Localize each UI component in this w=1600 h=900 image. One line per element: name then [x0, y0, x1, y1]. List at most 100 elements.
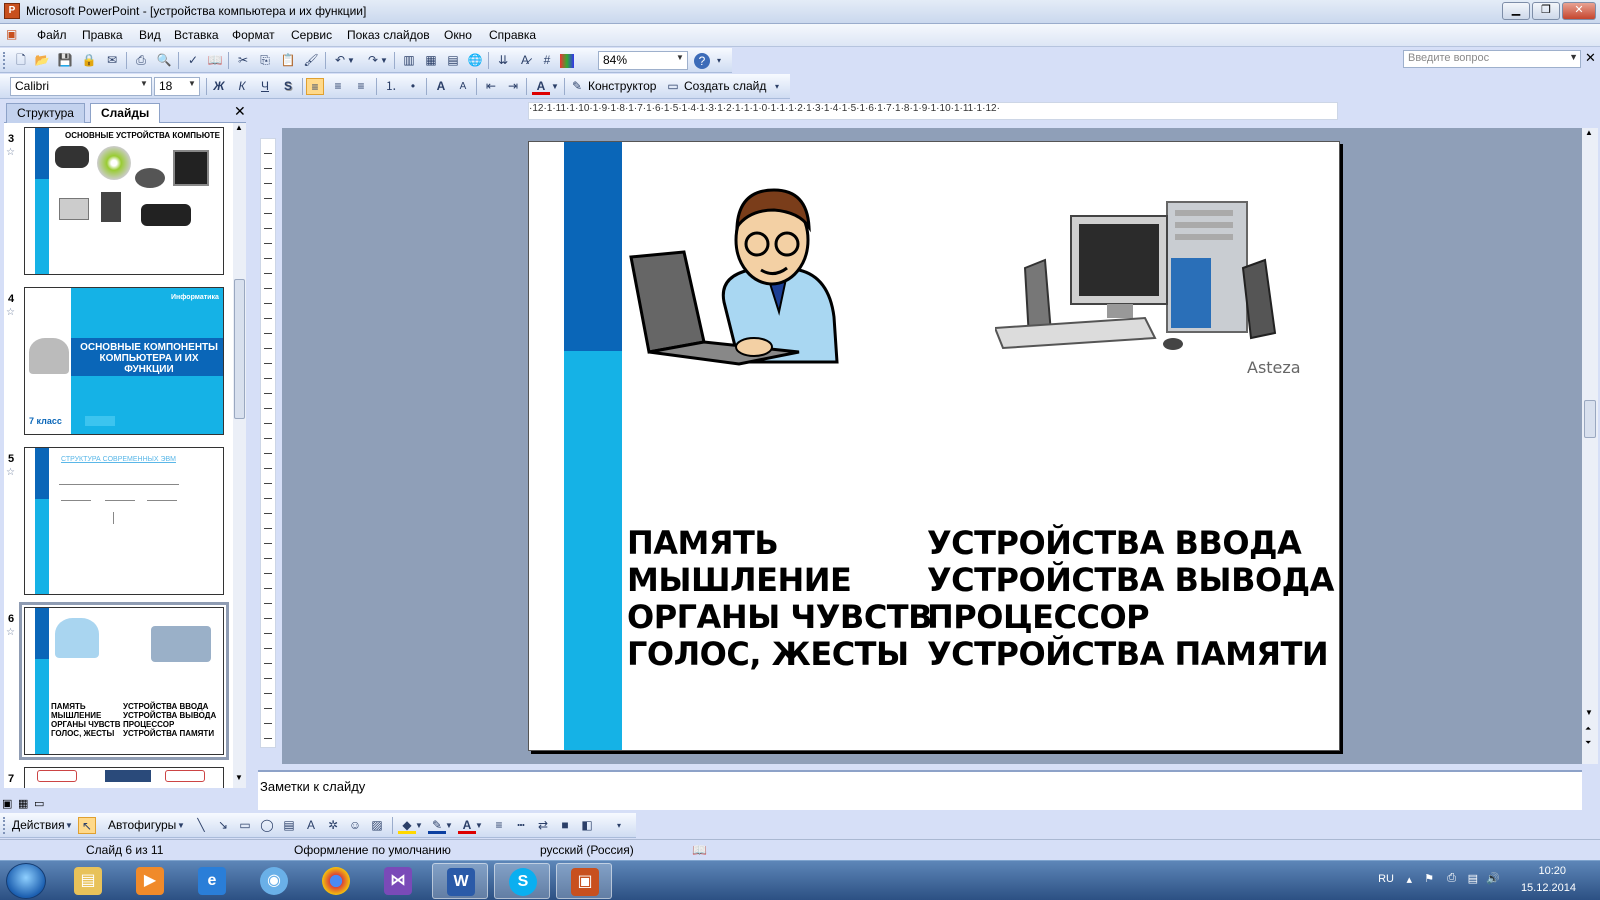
- chevron-down-icon[interactable]: ▼: [379, 52, 389, 69]
- visual-studio-taskbar-button[interactable]: ⋈: [370, 863, 426, 899]
- slide-thumbnail-3[interactable]: ОСНОВНЫЕ УСТРОЙСТВА КОМПЬЮТЕ: [24, 127, 224, 275]
- shadow-button[interactable]: S: [279, 78, 297, 95]
- slide-thumbnail-7[interactable]: [24, 767, 224, 788]
- network-icon[interactable]: ▤: [1468, 872, 1478, 885]
- decrease-font-icon[interactable]: A: [454, 78, 472, 95]
- notes-pane[interactable]: Заметки к слайду: [258, 770, 1582, 810]
- line-style-icon[interactable]: ≡: [490, 817, 508, 834]
- font-size-select[interactable]: 18 ▼: [154, 77, 200, 96]
- next-slide-icon[interactable]: ⏷: [1585, 738, 1591, 748]
- line-icon[interactable]: ╲: [192, 817, 210, 834]
- chevron-down-icon[interactable]: ▼: [346, 52, 356, 69]
- slide-sorter-icon[interactable]: ▦: [18, 797, 28, 810]
- scroll-up-icon[interactable]: ▲: [235, 123, 243, 132]
- restore-button[interactable]: ❐: [1532, 2, 1560, 20]
- close-button[interactable]: ✕: [1562, 2, 1596, 20]
- align-left-icon[interactable]: ≡: [306, 78, 324, 95]
- powerpoint-app-icon[interactable]: P: [4, 3, 20, 19]
- chevron-down-icon[interactable]: ▼: [676, 53, 686, 62]
- oval-icon[interactable]: ◯: [258, 817, 276, 834]
- print-preview-icon[interactable]: 🔍: [155, 52, 173, 69]
- tables-borders-icon[interactable]: ▤: [444, 52, 462, 69]
- chrome-taskbar-button[interactable]: [308, 863, 364, 899]
- flag-icon[interactable]: ⚑: [1424, 872, 1434, 885]
- chevron-up-icon[interactable]: ▴: [1406, 873, 1412, 886]
- slide-thumbnail-4[interactable]: Информатика ОСНОВНЫЕ КОМПОНЕНТЫ КОМПЬЮТЕ…: [24, 287, 224, 435]
- expand-all-icon[interactable]: ⇊: [494, 52, 512, 69]
- toolbar-grip[interactable]: [3, 52, 6, 69]
- chevron-down-icon[interactable]: ▼: [64, 817, 74, 834]
- picture-icon[interactable]: ▨: [368, 817, 386, 834]
- decrease-indent-icon[interactable]: ⇤: [482, 78, 500, 95]
- new-icon[interactable]: 🗋: [12, 52, 30, 69]
- email-icon[interactable]: ✉: [103, 52, 121, 69]
- grid-icon[interactable]: #: [538, 52, 556, 69]
- minimize-button[interactable]: ▁: [1502, 2, 1530, 20]
- chevron-down-icon[interactable]: ▼: [188, 79, 198, 88]
- toolbar-options-icon[interactable]: ▾: [772, 78, 782, 95]
- document-close-icon[interactable]: ✕: [1585, 50, 1596, 66]
- align-right-icon[interactable]: ≡: [352, 78, 370, 95]
- tab-outline[interactable]: Структура: [6, 103, 85, 123]
- permission-icon[interactable]: 🔒: [80, 52, 98, 69]
- chart-icon[interactable]: ▥: [400, 52, 418, 69]
- chevron-down-icon[interactable]: ▼: [550, 78, 560, 95]
- designer-button[interactable]: Конструктор: [588, 79, 656, 93]
- numbering-icon[interactable]: ⒈: [382, 78, 400, 95]
- menu-tools[interactable]: Сервис: [291, 28, 332, 42]
- spelling-status-icon[interactable]: 📖: [692, 843, 707, 857]
- slideshow-icon[interactable]: ▭: [34, 797, 44, 810]
- close-icon[interactable]: ✕: [234, 103, 246, 120]
- color-grayscale-icon[interactable]: [560, 54, 574, 68]
- diagram-icon[interactable]: ✲: [324, 817, 342, 834]
- chevron-down-icon[interactable]: ▼: [1569, 52, 1578, 62]
- chevron-down-icon[interactable]: ▼: [474, 817, 484, 834]
- research-icon[interactable]: 📖: [206, 52, 224, 69]
- align-center-icon[interactable]: ≡: [329, 78, 347, 95]
- help-search-input[interactable]: Введите вопрос ▼: [1403, 50, 1581, 68]
- clock-date[interactable]: 15.12.2014: [1521, 882, 1576, 894]
- print-icon[interactable]: ⎙: [132, 52, 150, 69]
- toolbar-options-icon[interactable]: ▾: [714, 52, 724, 69]
- clock-time[interactable]: 10:20: [1538, 865, 1566, 877]
- toolbar-grip[interactable]: [3, 817, 6, 834]
- device-icon[interactable]: ⎙: [1447, 872, 1456, 885]
- new-slide-button[interactable]: Создать слайд: [684, 79, 766, 93]
- thumbnails-scrollbar[interactable]: ▲ ▼: [233, 123, 246, 788]
- menu-file[interactable]: Файл: [37, 28, 67, 42]
- rectangle-icon[interactable]: ▭: [236, 817, 254, 834]
- 3d-style-icon[interactable]: ◧: [578, 817, 596, 834]
- menu-window[interactable]: Окно: [444, 28, 472, 42]
- skype-taskbar-button[interactable]: S: [494, 863, 550, 899]
- spelling-icon[interactable]: ✓: [184, 52, 202, 69]
- paste-icon[interactable]: 📋: [279, 52, 297, 69]
- copy-icon[interactable]: ⎘: [256, 52, 274, 69]
- autoshapes-menu[interactable]: Автофигуры: [108, 818, 176, 832]
- tab-slides[interactable]: Слайды: [90, 103, 161, 123]
- zoom-select[interactable]: 84% ▼: [598, 51, 688, 70]
- horizontal-ruler[interactable]: ·12·1·11·1·10·1·9·1·8·1·7·1·6·1·5·1·4·1·…: [528, 102, 1338, 120]
- powerpoint-taskbar-button[interactable]: ▣: [556, 863, 612, 899]
- slide-thumbnail-6[interactable]: ПАМЯТЬ МЫШЛЕНИЕ ОРГАНЫ ЧУВСТВ ГОЛОС, ЖЕС…: [19, 602, 229, 760]
- hyperlink-icon[interactable]: 🌐: [466, 52, 484, 69]
- font-color-icon[interactable]: A: [532, 78, 550, 95]
- slide-thumbnail-5[interactable]: СТРУКТУРА СОВРЕМЕННЫХ ЭВМ: [24, 447, 224, 595]
- arrow-icon[interactable]: ↘: [214, 817, 232, 834]
- show-formatting-icon[interactable]: A̷: [516, 52, 534, 69]
- vertical-ruler[interactable]: [260, 138, 276, 748]
- chevron-down-icon[interactable]: ▼: [414, 817, 424, 834]
- save-icon[interactable]: 💾: [56, 52, 74, 69]
- volume-icon[interactable]: 🔊: [1486, 872, 1500, 885]
- format-painter-icon[interactable]: 🖌: [302, 52, 320, 69]
- normal-view-icon[interactable]: ▣: [2, 797, 12, 810]
- wordart-icon[interactable]: A: [302, 817, 320, 834]
- shadow-style-icon[interactable]: ■: [556, 817, 574, 834]
- chevron-down-icon[interactable]: ▼: [444, 817, 454, 834]
- previous-slide-icon[interactable]: ⏶: [1585, 724, 1591, 734]
- actions-menu[interactable]: Действия: [12, 818, 65, 832]
- scroll-down-icon[interactable]: ▼: [235, 773, 243, 782]
- chevron-down-icon[interactable]: ▼: [140, 79, 150, 88]
- table-icon[interactable]: ▦: [422, 52, 440, 69]
- current-slide[interactable]: Asteza ПАМЯТЬ МЫШЛЕНИЕ ОРГАНЫ ЧУВСТВ ГОЛ…: [528, 141, 1340, 751]
- scroll-down-icon[interactable]: ▼: [1585, 708, 1593, 717]
